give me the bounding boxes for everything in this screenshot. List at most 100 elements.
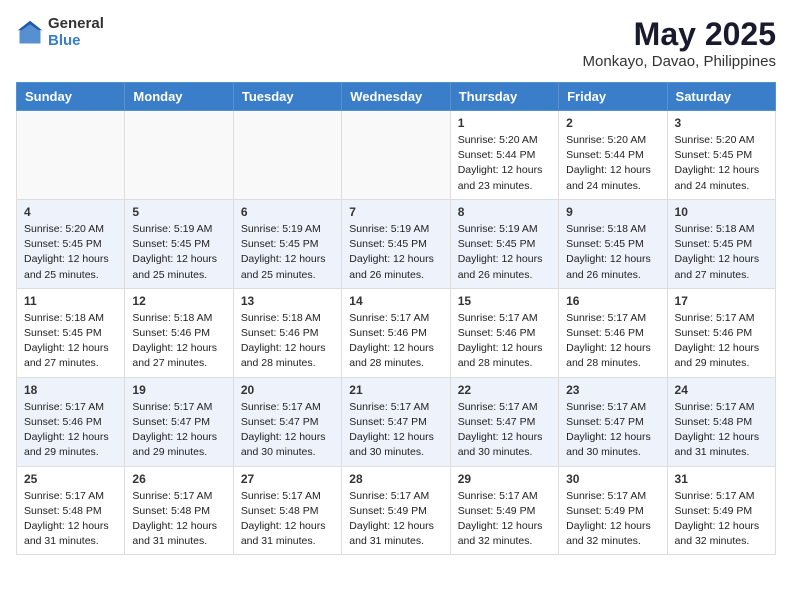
calendar-cell bbox=[17, 111, 125, 200]
header-sunday: Sunday bbox=[17, 83, 125, 111]
day-number: 6 bbox=[241, 205, 334, 219]
calendar-cell: 20 Sunrise: 5:17 AMSunset: 5:47 PMDayligh… bbox=[233, 377, 341, 466]
logo-general-text: General bbox=[48, 16, 104, 33]
day-info: Sunrise: 5:19 AMSunset: 5:45 PMDaylight:… bbox=[349, 222, 442, 283]
day-info: Sunrise: 5:17 AMSunset: 5:48 PMDaylight:… bbox=[241, 489, 334, 550]
day-number: 4 bbox=[24, 205, 117, 219]
calendar-cell: 8 Sunrise: 5:19 AMSunset: 5:45 PMDaylight… bbox=[450, 199, 558, 288]
day-number: 3 bbox=[675, 116, 768, 130]
subtitle: Monkayo, Davao, Philippines bbox=[583, 53, 776, 70]
calendar-week-row: 4Sunrise: 5:20 AMSunset: 5:45 PMDaylight… bbox=[17, 199, 776, 288]
calendar-cell bbox=[342, 111, 450, 200]
day-info: Sunrise: 5:17 AMSunset: 5:48 PMDaylight:… bbox=[24, 489, 117, 550]
day-number: 11 bbox=[24, 294, 117, 308]
day-info: Sunrise: 5:17 AMSunset: 5:46 PMDaylight:… bbox=[349, 311, 442, 372]
day-number: 23 bbox=[566, 383, 659, 397]
day-info: Sunrise: 5:17 AMSunset: 5:46 PMDaylight:… bbox=[675, 311, 768, 372]
day-info: Sunrise: 5:17 AMSunset: 5:47 PMDaylight:… bbox=[566, 400, 659, 461]
calendar-cell: 31 Sunrise: 5:17 AMSunset: 5:49 PMDayligh… bbox=[667, 466, 775, 555]
header-saturday: Saturday bbox=[667, 83, 775, 111]
calendar-cell: 30 Sunrise: 5:17 AMSunset: 5:49 PMDayligh… bbox=[559, 466, 667, 555]
day-number: 25 bbox=[24, 472, 117, 486]
day-number: 2 bbox=[566, 116, 659, 130]
day-number: 8 bbox=[458, 205, 551, 219]
header-monday: Monday bbox=[125, 83, 233, 111]
day-number: 20 bbox=[241, 383, 334, 397]
day-info: Sunrise: 5:17 AMSunset: 5:48 PMDaylight:… bbox=[132, 489, 225, 550]
day-info: Sunrise: 5:17 AMSunset: 5:47 PMDaylight:… bbox=[241, 400, 334, 461]
calendar-cell: 5Sunrise: 5:19 AMSunset: 5:45 PMDaylight… bbox=[125, 199, 233, 288]
day-info: Sunrise: 5:17 AMSunset: 5:46 PMDaylight:… bbox=[24, 400, 117, 461]
day-info: Sunrise: 5:17 AMSunset: 5:49 PMDaylight:… bbox=[675, 489, 768, 550]
calendar-cell: 18 Sunrise: 5:17 AMSunset: 5:46 PMDayligh… bbox=[17, 377, 125, 466]
day-info: Sunrise: 5:19 AMSunset: 5:45 PMDaylight:… bbox=[458, 222, 551, 283]
day-info: Sunrise: 5:20 AMSunset: 5:45 PMDaylight:… bbox=[675, 133, 768, 194]
day-info: Sunrise: 5:18 AMSunset: 5:46 PMDaylight:… bbox=[132, 311, 225, 372]
day-number: 30 bbox=[566, 472, 659, 486]
day-info: Sunrise: 5:17 AMSunset: 5:49 PMDaylight:… bbox=[458, 489, 551, 550]
calendar-cell: 14 Sunrise: 5:17 AMSunset: 5:46 PMDayligh… bbox=[342, 288, 450, 377]
day-info: Sunrise: 5:17 AMSunset: 5:47 PMDaylight:… bbox=[132, 400, 225, 461]
day-info: Sunrise: 5:17 AMSunset: 5:47 PMDaylight:… bbox=[458, 400, 551, 461]
calendar-cell: 10 Sunrise: 5:18 AMSunset: 5:45 PMDayligh… bbox=[667, 199, 775, 288]
day-info: Sunrise: 5:17 AMSunset: 5:48 PMDaylight:… bbox=[675, 400, 768, 461]
page-header: General Blue May 2025 Monkayo, Davao, Ph… bbox=[16, 16, 776, 70]
calendar-cell: 11 Sunrise: 5:18 AMSunset: 5:45 PMDayligh… bbox=[17, 288, 125, 377]
calendar-header-row: SundayMondayTuesdayWednesdayThursdayFrid… bbox=[17, 83, 776, 111]
logo-text: General Blue bbox=[48, 16, 104, 49]
day-info: Sunrise: 5:19 AMSunset: 5:45 PMDaylight:… bbox=[241, 222, 334, 283]
day-info: Sunrise: 5:18 AMSunset: 5:46 PMDaylight:… bbox=[241, 311, 334, 372]
calendar-cell: 9Sunrise: 5:18 AMSunset: 5:45 PMDaylight… bbox=[559, 199, 667, 288]
day-number: 31 bbox=[675, 472, 768, 486]
calendar-cell: 16Sunrise: 5:17 AMSunset: 5:46 PMDayligh… bbox=[559, 288, 667, 377]
calendar-cell: 17 Sunrise: 5:17 AMSunset: 5:46 PMDayligh… bbox=[667, 288, 775, 377]
calendar-cell bbox=[125, 111, 233, 200]
calendar-week-row: 18 Sunrise: 5:17 AMSunset: 5:46 PMDayligh… bbox=[17, 377, 776, 466]
day-number: 10 bbox=[675, 205, 768, 219]
day-number: 27 bbox=[241, 472, 334, 486]
calendar-cell: 13 Sunrise: 5:18 AMSunset: 5:46 PMDayligh… bbox=[233, 288, 341, 377]
calendar: SundayMondayTuesdayWednesdayThursdayFrid… bbox=[16, 82, 776, 555]
calendar-cell: 23 Sunrise: 5:17 AMSunset: 5:47 PMDayligh… bbox=[559, 377, 667, 466]
calendar-cell bbox=[233, 111, 341, 200]
day-info: Sunrise: 5:18 AMSunset: 5:45 PMDaylight:… bbox=[24, 311, 117, 372]
calendar-cell: 4Sunrise: 5:20 AMSunset: 5:45 PMDaylight… bbox=[17, 199, 125, 288]
day-number: 9 bbox=[566, 205, 659, 219]
day-number: 1 bbox=[458, 116, 551, 130]
day-number: 29 bbox=[458, 472, 551, 486]
day-info: Sunrise: 5:18 AMSunset: 5:45 PMDaylight:… bbox=[675, 222, 768, 283]
calendar-cell: 22 Sunrise: 5:17 AMSunset: 5:47 PMDayligh… bbox=[450, 377, 558, 466]
calendar-cell: 12Sunrise: 5:18 AMSunset: 5:46 PMDayligh… bbox=[125, 288, 233, 377]
calendar-week-row: 25 Sunrise: 5:17 AMSunset: 5:48 PMDayligh… bbox=[17, 466, 776, 555]
day-info: Sunrise: 5:17 AMSunset: 5:46 PMDaylight:… bbox=[566, 311, 659, 372]
header-wednesday: Wednesday bbox=[342, 83, 450, 111]
day-number: 19 bbox=[132, 383, 225, 397]
day-number: 26 bbox=[132, 472, 225, 486]
calendar-cell: 19 Sunrise: 5:17 AMSunset: 5:47 PMDayligh… bbox=[125, 377, 233, 466]
day-number: 14 bbox=[349, 294, 442, 308]
calendar-cell: 27 Sunrise: 5:17 AMSunset: 5:48 PMDayligh… bbox=[233, 466, 341, 555]
calendar-week-row: 1 Sunrise: 5:20 AMSunset: 5:44 PMDaylight… bbox=[17, 111, 776, 200]
day-number: 7 bbox=[349, 205, 442, 219]
day-number: 17 bbox=[675, 294, 768, 308]
calendar-cell: 1Sunrise: 5:20 AMSunset: 5:44 PMDaylight… bbox=[450, 111, 558, 200]
header-tuesday: Tuesday bbox=[233, 83, 341, 111]
header-thursday: Thursday bbox=[450, 83, 558, 111]
day-number: 18 bbox=[24, 383, 117, 397]
day-number: 24 bbox=[675, 383, 768, 397]
calendar-cell: 6 Sunrise: 5:19 AMSunset: 5:45 PMDaylight… bbox=[233, 199, 341, 288]
logo: General Blue bbox=[16, 16, 104, 49]
day-number: 15 bbox=[458, 294, 551, 308]
day-info: Sunrise: 5:17 AMSunset: 5:46 PMDaylight:… bbox=[458, 311, 551, 372]
day-number: 22 bbox=[458, 383, 551, 397]
calendar-cell: 28Sunrise: 5:17 AMSunset: 5:49 PMDayligh… bbox=[342, 466, 450, 555]
header-friday: Friday bbox=[559, 83, 667, 111]
day-number: 13 bbox=[241, 294, 334, 308]
logo-icon bbox=[16, 19, 44, 47]
day-info: Sunrise: 5:17 AMSunset: 5:49 PMDaylight:… bbox=[566, 489, 659, 550]
day-info: Sunrise: 5:20 AMSunset: 5:44 PMDaylight:… bbox=[566, 133, 659, 194]
calendar-cell: 7 Sunrise: 5:19 AMSunset: 5:45 PMDaylight… bbox=[342, 199, 450, 288]
day-number: 28 bbox=[349, 472, 442, 486]
main-title: May 2025 bbox=[583, 16, 776, 53]
calendar-cell: 29 Sunrise: 5:17 AMSunset: 5:49 PMDayligh… bbox=[450, 466, 558, 555]
